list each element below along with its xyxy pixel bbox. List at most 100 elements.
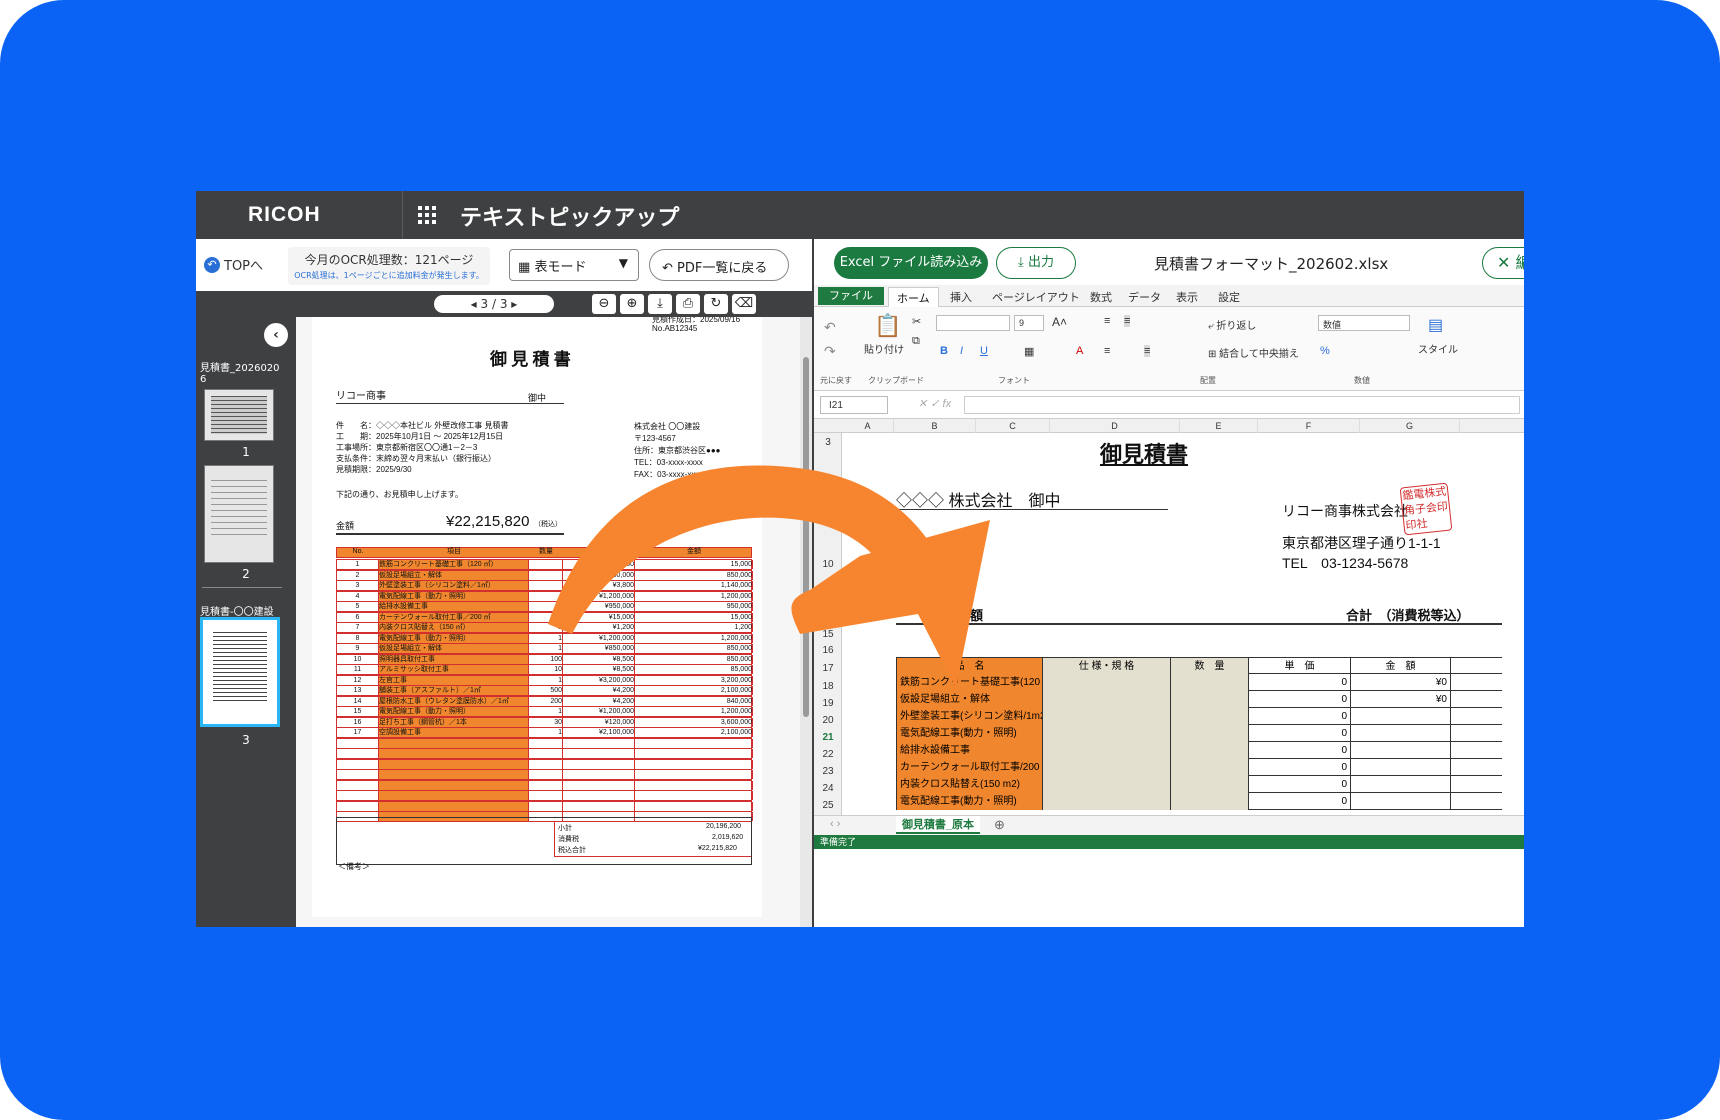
doc-table-row[interactable]: 7 内装クロス貼替え（150 ㎡） 1 ¥1,200 1,200 bbox=[336, 622, 753, 633]
merge-center-button[interactable]: ⊞ 結合して中央揃え bbox=[1208, 345, 1299, 360]
top-link[interactable]: ↶ TOPへ bbox=[204, 255, 263, 274]
sheet-cell[interactable] bbox=[1171, 793, 1249, 810]
paste-icon[interactable]: 📋 bbox=[874, 313, 901, 339]
bold-icon[interactable]: B bbox=[940, 345, 948, 357]
sheet-cell[interactable] bbox=[1171, 776, 1249, 793]
sheet-cell[interactable]: 0 bbox=[1249, 691, 1351, 708]
undo-icon[interactable]: ↶ bbox=[824, 319, 836, 336]
align-top-icon[interactable]: ≡ bbox=[1104, 315, 1110, 327]
col-header[interactable]: D bbox=[1050, 419, 1180, 433]
sheet-table-row[interactable]: 内装クロス貼替え(150 m2) 0 bbox=[896, 776, 1502, 793]
tab-page-layout[interactable]: ページレイアウト bbox=[992, 289, 1080, 305]
sheet-tab-original[interactable]: 御見積書_原本 bbox=[896, 816, 980, 834]
function-icon[interactable]: ✕ ✓ fx bbox=[918, 397, 951, 410]
tab-insert[interactable]: 挿入 bbox=[950, 289, 972, 305]
sheet-header-cell[interactable]: 単 価 bbox=[1249, 658, 1351, 675]
rotate-icon[interactable]: ↻ bbox=[704, 294, 728, 314]
number-format-select[interactable]: 数値 bbox=[1318, 315, 1410, 331]
sheet-cell[interactable] bbox=[1171, 674, 1249, 691]
align-right-icon[interactable]: ≡ bbox=[1144, 345, 1151, 357]
redo-icon[interactable]: ↷ bbox=[824, 343, 836, 360]
formula-input[interactable] bbox=[964, 396, 1520, 414]
download-icon[interactable]: ⤓ bbox=[648, 294, 672, 314]
sheet-table-row[interactable]: 鉄筋コンクリート基礎工事(120 m2) 0¥0 bbox=[896, 674, 1502, 691]
sheet-cell[interactable]: 電気配線工事(動力・照明) bbox=[897, 793, 1043, 810]
tab-data[interactable]: データ bbox=[1128, 289, 1161, 305]
sheet-cell[interactable] bbox=[1351, 725, 1451, 742]
brand-logo[interactable]: RICOH bbox=[248, 203, 321, 227]
row-header[interactable]: 14 bbox=[814, 611, 842, 622]
collapse-sidebar-icon[interactable]: ‹ bbox=[264, 323, 288, 347]
sheet-cell[interactable] bbox=[1171, 708, 1249, 725]
doc-table-row[interactable]: 11 アルミサッシ取付工事 10 ¥8,500 85,000 bbox=[336, 664, 753, 675]
row-header[interactable]: 24 bbox=[814, 783, 842, 794]
page-thumbnail-2[interactable] bbox=[204, 465, 274, 563]
sheet-cell[interactable] bbox=[1351, 776, 1451, 793]
scrollbar-thumb[interactable] bbox=[803, 357, 809, 717]
sheet-cell[interactable] bbox=[1351, 742, 1451, 759]
align-middle-icon[interactable]: ≡ bbox=[1124, 315, 1131, 327]
sheet-cell[interactable]: 0 bbox=[1249, 742, 1351, 759]
doc-table-row[interactable]: 17 空調設備工事 1 ¥2,100,000 2,100,000 bbox=[336, 727, 753, 738]
sheet-cell[interactable]: ¥0 bbox=[1351, 674, 1451, 691]
sheet-cell[interactable] bbox=[1043, 725, 1171, 742]
col-header[interactable]: F bbox=[1258, 419, 1360, 433]
doc-table-row[interactable]: 13 舗装工事（アスファルト）／1㎡ 500 ¥4,200 2,100,000 bbox=[336, 685, 753, 696]
doc-table-row[interactable]: 10 照明器具取付工事 100 ¥8,500 850,000 bbox=[336, 653, 753, 665]
doc-table-row[interactable]: 4 電気配線工事（動力・照明） ¥1,200,000 1,200,000 bbox=[336, 590, 753, 602]
sheet-cell[interactable]: 0 bbox=[1249, 674, 1351, 691]
tab-home[interactable]: ホーム bbox=[888, 287, 939, 308]
page-thumbnail-1[interactable] bbox=[204, 389, 274, 441]
doc-table-row[interactable] bbox=[336, 800, 753, 812]
row-header[interactable]: 16 bbox=[814, 645, 842, 656]
sheet-table-row[interactable]: 外壁塗装工事(シリコン塗料/1m2) 0 bbox=[896, 708, 1502, 725]
row-header[interactable]: 20 bbox=[814, 715, 842, 726]
row-header[interactable]: 17 bbox=[814, 663, 842, 674]
sheet-cell[interactable]: 内装クロス貼替え(150 m2) bbox=[897, 776, 1043, 793]
sheet-cell[interactable] bbox=[1043, 776, 1171, 793]
doc-table-row[interactable] bbox=[336, 790, 753, 801]
sheet-header-cell[interactable]: 仕 様・規 格 bbox=[1043, 658, 1171, 675]
doc-table-row[interactable] bbox=[336, 779, 753, 791]
sheet-cell[interactable] bbox=[1171, 742, 1249, 759]
copy-icon[interactable]: ⧉ bbox=[912, 335, 920, 348]
sheet-cell[interactable]: 鉄筋コンクリート基礎工事(120 m2) bbox=[897, 674, 1043, 691]
page-thumbnail-3[interactable] bbox=[200, 617, 280, 727]
app-grid-icon[interactable] bbox=[418, 206, 436, 224]
sheet-cell[interactable]: 0 bbox=[1249, 776, 1351, 793]
sheet-cell[interactable]: 電気配線工事(動力・照明) bbox=[897, 725, 1043, 742]
row-header[interactable]: 25 bbox=[814, 800, 842, 811]
doc-table-row[interactable] bbox=[336, 758, 753, 770]
pdf-list-button[interactable]: ↶ PDF一覧に戻る bbox=[649, 249, 789, 281]
doc-table-row[interactable]: 16 足打ち工事（鋼管杭）／1本 30 ¥120,000 3,600,000 bbox=[336, 716, 753, 728]
row-header[interactable]: 19 bbox=[814, 698, 842, 709]
borders-icon[interactable]: ▦ bbox=[1024, 345, 1034, 358]
row-header[interactable]: 18 bbox=[814, 681, 842, 692]
pdf-scrollbar[interactable] bbox=[800, 317, 812, 927]
zoom-out-icon[interactable]: ⊖ bbox=[592, 294, 616, 314]
sheet-nav-icon[interactable]: ‹ › bbox=[830, 818, 840, 830]
tab-view[interactable]: 表示 bbox=[1176, 289, 1198, 305]
col-header[interactable]: E bbox=[1180, 419, 1258, 433]
grow-font-icon[interactable]: A˄ bbox=[1052, 315, 1067, 329]
sheet-header-cell[interactable]: 数 量 bbox=[1171, 658, 1249, 675]
font-color-icon[interactable]: A bbox=[1076, 345, 1083, 357]
row-header[interactable]: 15 bbox=[814, 629, 842, 640]
doc-table-row[interactable]: 5 給排水設備工事 ¥950,000 950,000 bbox=[336, 601, 753, 612]
col-header[interactable]: G bbox=[1360, 419, 1460, 433]
doc-table-row[interactable]: 1 鉄筋コンクリート基礎工事（120 ㎡） ¥15,000 15,000 bbox=[336, 559, 753, 570]
row-header[interactable]: 21 bbox=[814, 732, 842, 743]
sheet-cell[interactable]: 仮設足場組立・解体 bbox=[897, 691, 1043, 708]
edit-button[interactable]: ✕ 編 bbox=[1482, 247, 1524, 279]
sheet-cell[interactable] bbox=[1351, 793, 1451, 810]
tab-formulas[interactable]: 数式 bbox=[1090, 289, 1112, 305]
row-header[interactable]: 10 bbox=[814, 559, 842, 570]
sheet-cell[interactable]: 0 bbox=[1249, 759, 1351, 776]
font-name-select[interactable] bbox=[936, 315, 1010, 331]
doc-table-row[interactable] bbox=[336, 737, 753, 749]
eraser-icon[interactable]: ⌫ bbox=[732, 294, 756, 314]
load-excel-button[interactable]: Excel ファイル読み込み bbox=[834, 247, 988, 279]
sheet-cell[interactable] bbox=[1043, 759, 1171, 776]
sheet-cell[interactable] bbox=[1171, 691, 1249, 708]
col-header[interactable]: C bbox=[976, 419, 1050, 433]
